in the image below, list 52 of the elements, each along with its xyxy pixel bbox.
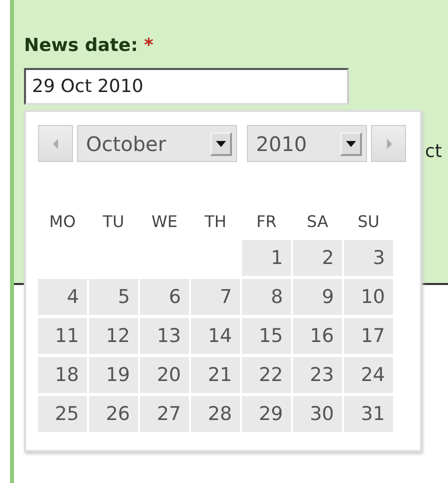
day-cell[interactable]: 26 bbox=[89, 396, 138, 432]
weekday-label: SA bbox=[306, 211, 330, 233]
day-cell[interactable]: 5 bbox=[89, 279, 138, 315]
partial-text: ct bbox=[425, 140, 442, 164]
day-cell[interactable]: 14 bbox=[191, 318, 240, 354]
left-arrow-icon bbox=[52, 138, 60, 150]
weekday-label: TU bbox=[102, 211, 126, 233]
field-label: News date: bbox=[24, 36, 138, 56]
caret-icon bbox=[346, 140, 356, 146]
weekday-label: MO bbox=[48, 211, 77, 233]
day-cell[interactable]: 3 bbox=[344, 240, 393, 276]
day-cell[interactable]: 8 bbox=[242, 279, 291, 315]
day-cell[interactable]: 22 bbox=[242, 357, 291, 393]
weekday-label: WE bbox=[150, 211, 178, 233]
month-text: October bbox=[86, 130, 166, 158]
day-cell[interactable]: 19 bbox=[89, 357, 138, 393]
month-select[interactable]: October bbox=[77, 125, 237, 162]
caret-icon bbox=[216, 140, 226, 146]
required-mark: * bbox=[144, 36, 154, 56]
weekday-label: TH bbox=[204, 211, 228, 233]
previous-month-button[interactable] bbox=[38, 125, 73, 162]
day-cell[interactable]: 12 bbox=[89, 318, 138, 354]
weekday-label: SU bbox=[356, 211, 380, 233]
day-cell[interactable]: 15 bbox=[242, 318, 291, 354]
next-month-button[interactable] bbox=[371, 125, 406, 162]
date-field[interactable]: 29 Oct 2010 bbox=[24, 68, 349, 105]
day-cell[interactable]: 17 bbox=[344, 318, 393, 354]
weekday-label: FR bbox=[255, 211, 278, 233]
day-cell[interactable]: 11 bbox=[38, 318, 87, 354]
day-cell[interactable]: 7 bbox=[191, 279, 240, 315]
day-cell[interactable]: 21 bbox=[191, 357, 240, 393]
day-cell[interactable]: 18 bbox=[38, 357, 87, 393]
day-cell[interactable]: 24 bbox=[344, 357, 393, 393]
day-cell[interactable]: 16 bbox=[293, 318, 342, 354]
day-cell[interactable]: 10 bbox=[344, 279, 393, 315]
day-cell[interactable]: 20 bbox=[140, 357, 189, 393]
day-cell[interactable]: 25 bbox=[38, 396, 87, 432]
day-cell[interactable]: 1 bbox=[242, 240, 291, 276]
day-cell[interactable]: 23 bbox=[293, 357, 342, 393]
year-select[interactable]: 2010 bbox=[247, 125, 367, 162]
day-cell[interactable]: 4 bbox=[38, 279, 87, 315]
day-cell[interactable]: 13 bbox=[140, 318, 189, 354]
year-text: 2010 bbox=[256, 130, 307, 158]
day-cell[interactable]: 6 bbox=[140, 279, 189, 315]
day-cell[interactable]: 30 bbox=[293, 396, 342, 432]
day-cell[interactable]: 9 bbox=[293, 279, 342, 315]
day-cell[interactable]: 27 bbox=[140, 396, 189, 432]
day-cell[interactable]: 31 bbox=[344, 396, 393, 432]
day-cell[interactable]: 28 bbox=[191, 396, 240, 432]
day-cell[interactable]: 29 bbox=[242, 396, 291, 432]
right-arrow-icon bbox=[384, 138, 392, 150]
day-cell[interactable]: 2 bbox=[293, 240, 342, 276]
